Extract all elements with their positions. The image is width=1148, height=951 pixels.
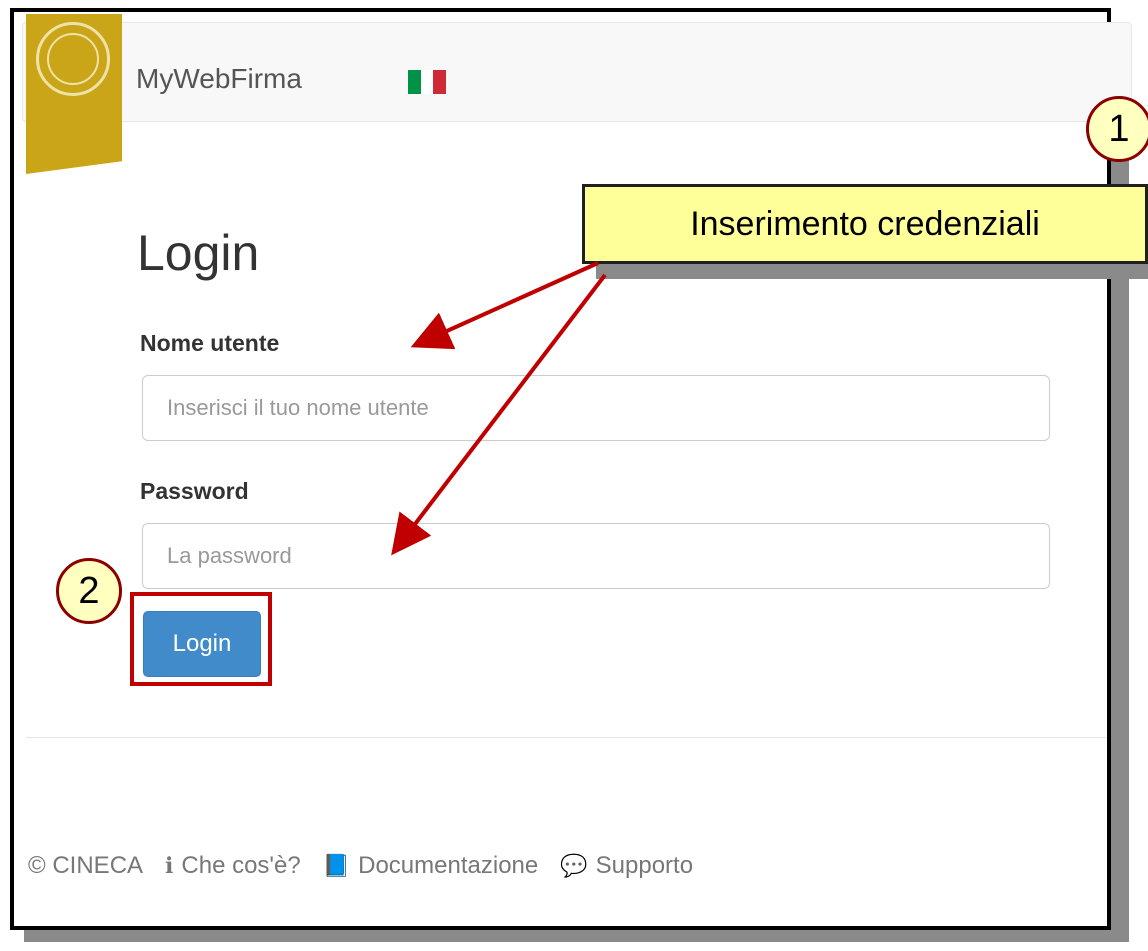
arrow-to-username: [410, 261, 599, 350]
annotation-arrows: [391, 261, 607, 556]
arrow-to-password: [391, 273, 607, 556]
step-2-marker: 2: [56, 558, 122, 624]
